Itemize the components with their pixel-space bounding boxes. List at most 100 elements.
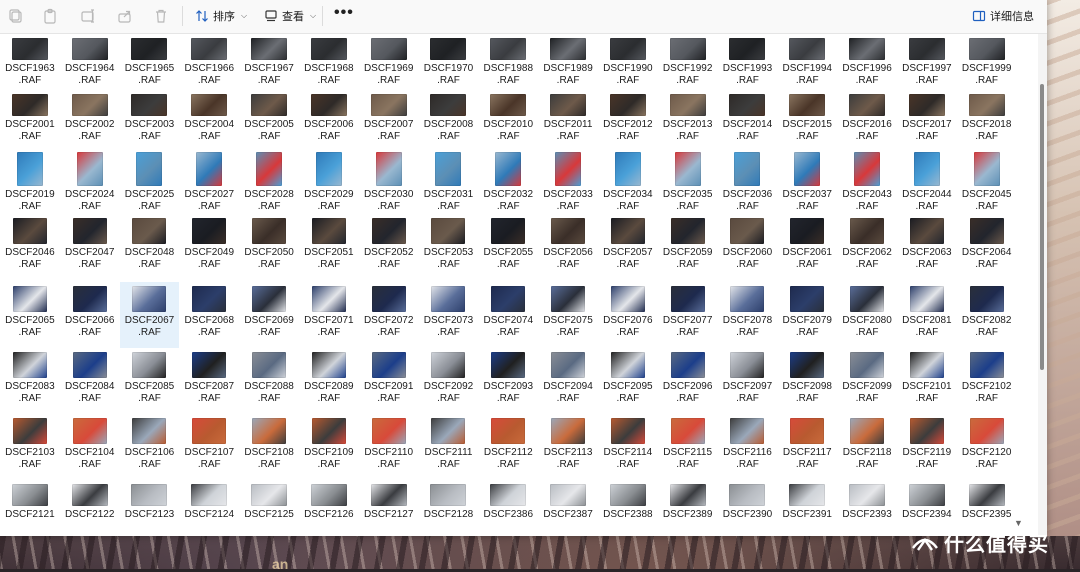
file-item[interactable]: DSCF2031 .RAF <box>419 148 479 214</box>
file-item[interactable]: DSCF2126 <box>299 480 359 524</box>
file-item[interactable]: DSCF2025 .RAF <box>120 148 180 214</box>
file-item[interactable]: DSCF2082 .RAF <box>957 282 1017 348</box>
file-item[interactable]: DSCF2014 .RAF <box>718 90 778 148</box>
file-item[interactable]: DSCF1988 .RAF <box>478 34 538 90</box>
file-item[interactable]: DSCF2051 .RAF <box>299 214 359 282</box>
file-item[interactable]: DSCF2071 .RAF <box>299 282 359 348</box>
paste-icon[interactable] <box>40 6 60 26</box>
rename-icon[interactable] <box>78 6 98 26</box>
file-item[interactable]: DSCF2395 <box>957 480 1017 524</box>
file-item[interactable]: DSCF2024 .RAF <box>60 148 120 214</box>
file-item[interactable]: DSCF2104 .RAF <box>60 414 120 480</box>
file-item[interactable]: DSCF2060 .RAF <box>718 214 778 282</box>
share-icon[interactable] <box>115 6 135 26</box>
file-item[interactable]: DSCF2077 .RAF <box>658 282 718 348</box>
file-item[interactable]: DSCF2048 .RAF <box>120 214 180 282</box>
file-item[interactable]: DSCF2089 .RAF <box>299 348 359 414</box>
file-item[interactable]: DSCF2047 .RAF <box>60 214 120 282</box>
file-item[interactable]: DSCF2074 .RAF <box>478 282 538 348</box>
copy-icon[interactable] <box>6 6 26 26</box>
file-item[interactable]: DSCF2093 .RAF <box>478 348 538 414</box>
file-item[interactable]: DSCF2059 .RAF <box>658 214 718 282</box>
file-item[interactable]: DSCF2088 .RAF <box>239 348 299 414</box>
file-item[interactable]: DSCF2053 .RAF <box>419 214 479 282</box>
file-item[interactable]: DSCF2011 .RAF <box>538 90 598 148</box>
file-item[interactable]: DSCF2393 <box>837 480 897 524</box>
file-item[interactable]: DSCF2003 .RAF <box>120 90 180 148</box>
file-item[interactable]: DSCF2005 .RAF <box>239 90 299 148</box>
file-item[interactable]: DSCF2035 .RAF <box>658 148 718 214</box>
file-item[interactable]: DSCF2119 .RAF <box>897 414 957 480</box>
file-item[interactable]: DSCF2044 .RAF <box>897 148 957 214</box>
file-item[interactable]: DSCF2098 .RAF <box>777 348 837 414</box>
file-item[interactable]: DSCF2084 .RAF <box>60 348 120 414</box>
file-item[interactable]: DSCF2078 .RAF <box>718 282 778 348</box>
file-item[interactable]: DSCF1989 .RAF <box>538 34 598 90</box>
file-item[interactable]: DSCF2050 .RAF <box>239 214 299 282</box>
file-item[interactable]: DSCF2030 .RAF <box>359 148 419 214</box>
file-item[interactable]: DSCF1994 .RAF <box>777 34 837 90</box>
file-item[interactable]: DSCF2095 .RAF <box>598 348 658 414</box>
file-item[interactable]: DSCF2388 <box>598 480 658 524</box>
file-item[interactable]: DSCF1999 .RAF <box>957 34 1017 90</box>
file-item[interactable]: DSCF2010 .RAF <box>478 90 538 148</box>
file-item[interactable]: DSCF2072 .RAF <box>359 282 419 348</box>
file-item[interactable]: DSCF2019 .RAF <box>0 148 60 214</box>
file-item[interactable]: DSCF2128 <box>419 480 479 524</box>
file-item[interactable]: DSCF1969 .RAF <box>359 34 419 90</box>
file-item[interactable]: DSCF2012 .RAF <box>598 90 658 148</box>
file-item[interactable]: DSCF2017 .RAF <box>897 90 957 148</box>
file-item[interactable]: DSCF2080 .RAF <box>837 282 897 348</box>
file-item[interactable]: DSCF2008 .RAF <box>419 90 479 148</box>
file-item[interactable]: DSCF2092 .RAF <box>419 348 479 414</box>
file-item[interactable]: DSCF2387 <box>538 480 598 524</box>
file-item[interactable]: DSCF2002 .RAF <box>60 90 120 148</box>
file-item[interactable]: DSCF2111 .RAF <box>419 414 479 480</box>
file-item[interactable]: DSCF2063 .RAF <box>897 214 957 282</box>
file-item[interactable]: DSCF2110 .RAF <box>359 414 419 480</box>
file-item[interactable]: DSCF2036 .RAF <box>718 148 778 214</box>
vertical-scrollbar[interactable] <box>1038 34 1047 536</box>
file-item[interactable]: DSCF1968 .RAF <box>299 34 359 90</box>
file-item[interactable]: DSCF2106 .RAF <box>120 414 180 480</box>
file-item[interactable]: DSCF2049 .RAF <box>179 214 239 282</box>
file-item[interactable]: DSCF1996 .RAF <box>837 34 897 90</box>
file-item[interactable]: DSCF2108 .RAF <box>239 414 299 480</box>
file-item[interactable]: DSCF2099 .RAF <box>837 348 897 414</box>
file-item[interactable]: DSCF2061 .RAF <box>777 214 837 282</box>
file-item[interactable]: DSCF1965 .RAF <box>120 34 180 90</box>
file-item[interactable]: DSCF2097 .RAF <box>718 348 778 414</box>
file-item[interactable]: DSCF2125 <box>239 480 299 524</box>
file-item[interactable]: DSCF2037 .RAF <box>777 148 837 214</box>
file-item[interactable]: DSCF1970 .RAF <box>419 34 479 90</box>
file-item[interactable]: DSCF2064 .RAF <box>957 214 1017 282</box>
file-item[interactable]: DSCF2033 .RAF <box>538 148 598 214</box>
file-item[interactable]: DSCF2069 .RAF <box>239 282 299 348</box>
file-item[interactable]: DSCF1992 .RAF <box>658 34 718 90</box>
file-item[interactable]: DSCF2029 .RAF <box>299 148 359 214</box>
file-item[interactable]: DSCF2052 .RAF <box>359 214 419 282</box>
file-item[interactable]: DSCF2122 <box>60 480 120 524</box>
file-item[interactable]: DSCF1993 .RAF <box>718 34 778 90</box>
file-item[interactable]: DSCF2094 .RAF <box>538 348 598 414</box>
file-item[interactable]: DSCF2001 .RAF <box>0 90 60 148</box>
file-item[interactable]: DSCF2123 <box>120 480 180 524</box>
file-item[interactable]: DSCF2057 .RAF <box>598 214 658 282</box>
file-item[interactable]: DSCF2027 .RAF <box>179 148 239 214</box>
file-item[interactable]: DSCF2121 <box>0 480 60 524</box>
file-item[interactable]: DSCF2386 <box>478 480 538 524</box>
file-item[interactable]: DSCF2102 .RAF <box>957 348 1017 414</box>
file-item[interactable]: DSCF2124 <box>179 480 239 524</box>
file-item[interactable]: DSCF2120 .RAF <box>957 414 1017 480</box>
file-item[interactable]: DSCF2055 .RAF <box>478 214 538 282</box>
sort-button[interactable]: 排序 ⌵ <box>195 5 247 27</box>
file-item[interactable]: DSCF2101 .RAF <box>897 348 957 414</box>
file-item[interactable]: DSCF2114 .RAF <box>598 414 658 480</box>
file-item[interactable]: DSCF2065 .RAF <box>0 282 60 348</box>
file-item[interactable]: DSCF2127 <box>359 480 419 524</box>
file-item[interactable]: DSCF2112 .RAF <box>478 414 538 480</box>
file-item[interactable]: DSCF2087 .RAF <box>179 348 239 414</box>
file-item[interactable]: DSCF2067 .RAF <box>119 282 180 348</box>
file-item[interactable]: DSCF2043 .RAF <box>837 148 897 214</box>
file-item[interactable]: DSCF2391 <box>777 480 837 524</box>
